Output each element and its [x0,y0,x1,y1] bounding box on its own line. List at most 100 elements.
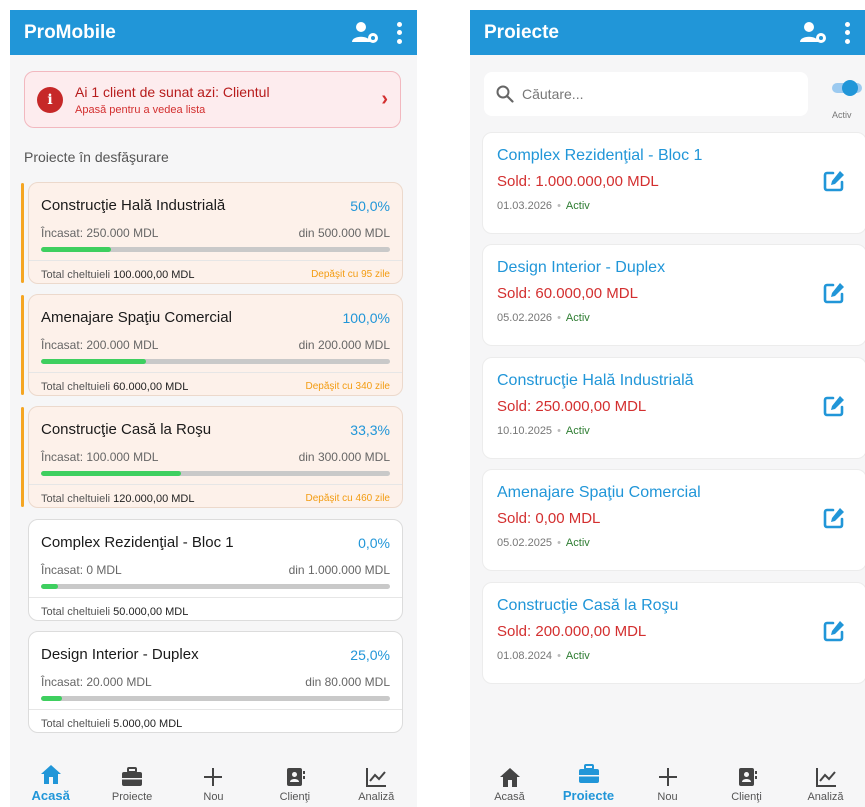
project-date: 01.08.2024 [497,650,553,662]
project-balance: Sold: 250.000,00 MDL [497,398,647,415]
overdue-indicator [21,295,24,395]
project-list-item[interactable]: Construcţie Casă la Roşu Sold: 200.000,00… [482,582,865,684]
project-date: 10.10.2025 [497,425,553,437]
edit-icon[interactable] [822,169,846,193]
progress-bar [41,247,390,252]
collected-amount: Încasat: 250.000 MDL [41,226,159,240]
project-list-item[interactable]: Complex Rezidenţial - Bloc 1 Sold: 1.000.… [482,132,865,234]
active-filter-toggle[interactable] [832,80,862,96]
home-icon [498,766,522,788]
progress-bar [41,584,390,589]
section-title: Proiecte în desfăşurare [24,149,169,165]
project-name: Amenajare Spaţiu Comercial [497,484,701,501]
nav-item-plus[interactable]: Nou [633,766,703,803]
nav-label: Analiză [358,791,395,803]
expenses: Total cheltuieli 100.000,00 MDL [41,269,195,281]
edit-icon[interactable] [822,506,846,530]
status-badge: Activ [565,425,590,437]
bottom-navigation: Acasă Proiecte Nou Clienţi Analiză [470,761,865,807]
plus-icon [201,766,225,788]
chart-icon [814,766,838,788]
progress-bar [41,359,390,364]
search-bar [484,72,808,116]
nav-item-home[interactable]: Acasă [475,766,545,803]
project-list-item[interactable]: Design Interior - Duplex Sold: 60.000,00 … [482,244,865,346]
nav-label: Nou [657,791,678,803]
nav-item-contacts[interactable]: Clienţi [260,766,330,803]
nav-item-chart[interactable]: Analiză [341,766,411,803]
collected-amount: Încasat: 0 MDL [41,563,122,577]
app-title: ProMobile [24,21,116,43]
overdue-label: Depăşit cu 460 zile [305,493,391,504]
project-name: Construcţie Hală Industrială [41,197,226,214]
status-badge: Activ [565,200,590,212]
more-menu-icon[interactable] [395,21,403,44]
app-bar: ProMobile [10,10,417,55]
user-settings-icon[interactable] [351,20,381,46]
edit-icon[interactable] [822,619,846,643]
nav-label: Proiecte [111,791,153,803]
status-badge: Activ [565,650,590,662]
chart-icon [364,766,388,788]
app-bar: Proiecte [470,10,865,55]
project-name: Design Interior - Duplex [497,259,666,276]
expenses: Total cheltuieli 5.000,00 MDL [41,718,183,730]
nav-label: Clienţi [731,791,762,803]
project-name: Complex Rezidenţial - Bloc 1 [41,534,234,551]
project-balance: Sold: 60.000,00 MDL [497,285,638,302]
nav-item-plus[interactable]: Nou [178,766,248,803]
info-icon: i [37,86,63,113]
project-card[interactable]: Construcţie Hală Industrială 50,0% Încasat… [21,182,403,284]
collected-amount: Încasat: 100.000 MDL [41,450,159,464]
user-settings-icon[interactable] [799,20,829,46]
project-date: 05.02.2025 [497,537,553,549]
nav-label: Acasă [31,788,70,803]
project-name: Construcţie Hală Industrială [497,372,694,389]
total-amount: din 80.000 MDL [305,675,390,689]
more-menu-icon[interactable] [843,21,851,44]
overdue-label: Depăşit cu 95 zile [311,269,390,280]
search-input[interactable] [522,86,782,102]
edit-icon[interactable] [822,281,846,305]
progress-bar [41,471,390,476]
nav-item-home[interactable]: Acasă [16,763,86,803]
contacts-icon [735,766,759,788]
project-percent: 25,0% [350,646,390,663]
total-amount: din 1.000.000 MDL [288,563,390,577]
plus-icon [656,766,680,788]
alert-subtitle: Apasă pentru a vedea lista [75,103,206,116]
project-percent: 50,0% [350,197,390,214]
project-card[interactable]: Design Interior - Duplex 25,0% Încasat: 20… [28,631,403,733]
project-date: 01.03.2026 [497,200,553,212]
nav-label: Clienţi [279,791,311,803]
project-percent: 0,0% [358,534,390,551]
nav-label: Acasă [494,791,525,803]
overdue-indicator [21,183,24,283]
project-card[interactable]: Amenajare Spaţiu Comercial 100,0% Încasat:… [21,294,403,396]
project-list-item[interactable]: Construcţie Hală Industrială Sold: 250.00… [482,357,865,459]
collected-amount: Încasat: 20.000 MDL [41,675,152,689]
chevron-right-icon: › [381,88,388,110]
nav-item-chart[interactable]: Analiză [791,766,861,803]
edit-icon[interactable] [822,394,846,418]
project-card[interactable]: Complex Rezidenţial - Bloc 1 0,0% Încasat:… [28,519,403,621]
nav-item-briefcase[interactable]: Proiecte [554,763,624,803]
project-list-item[interactable]: Amenajare Spaţiu Comercial Sold: 0,00 MDL… [482,469,865,571]
contacts-icon [283,766,307,788]
overdue-indicator [21,407,24,507]
call-reminder-alert[interactable]: i Ai 1 client de sunat azi: Clientul Apa… [24,71,401,128]
home-icon [39,763,63,785]
project-card[interactable]: Construcţie Casă la Roşu 33,3% Încasat: 10… [21,406,403,508]
alert-title: Ai 1 client de sunat azi: Clientul [75,83,270,100]
project-balance: Sold: 200.000,00 MDL [497,623,647,640]
page-title: Proiecte [484,21,559,43]
project-balance: Sold: 0,00 MDL [497,510,601,527]
project-percent: 33,3% [350,421,390,438]
overdue-label: Depăşit cu 340 zile [305,381,391,392]
nav-item-briefcase[interactable]: Proiecte [97,766,167,803]
nav-label: Nou [203,791,224,803]
nav-item-contacts[interactable]: Clienţi [712,766,782,803]
project-name: Construcţie Casă la Roşu [497,597,679,614]
project-name: Design Interior - Duplex [41,646,199,663]
expenses: Total cheltuieli 50.000,00 MDL [41,606,189,618]
